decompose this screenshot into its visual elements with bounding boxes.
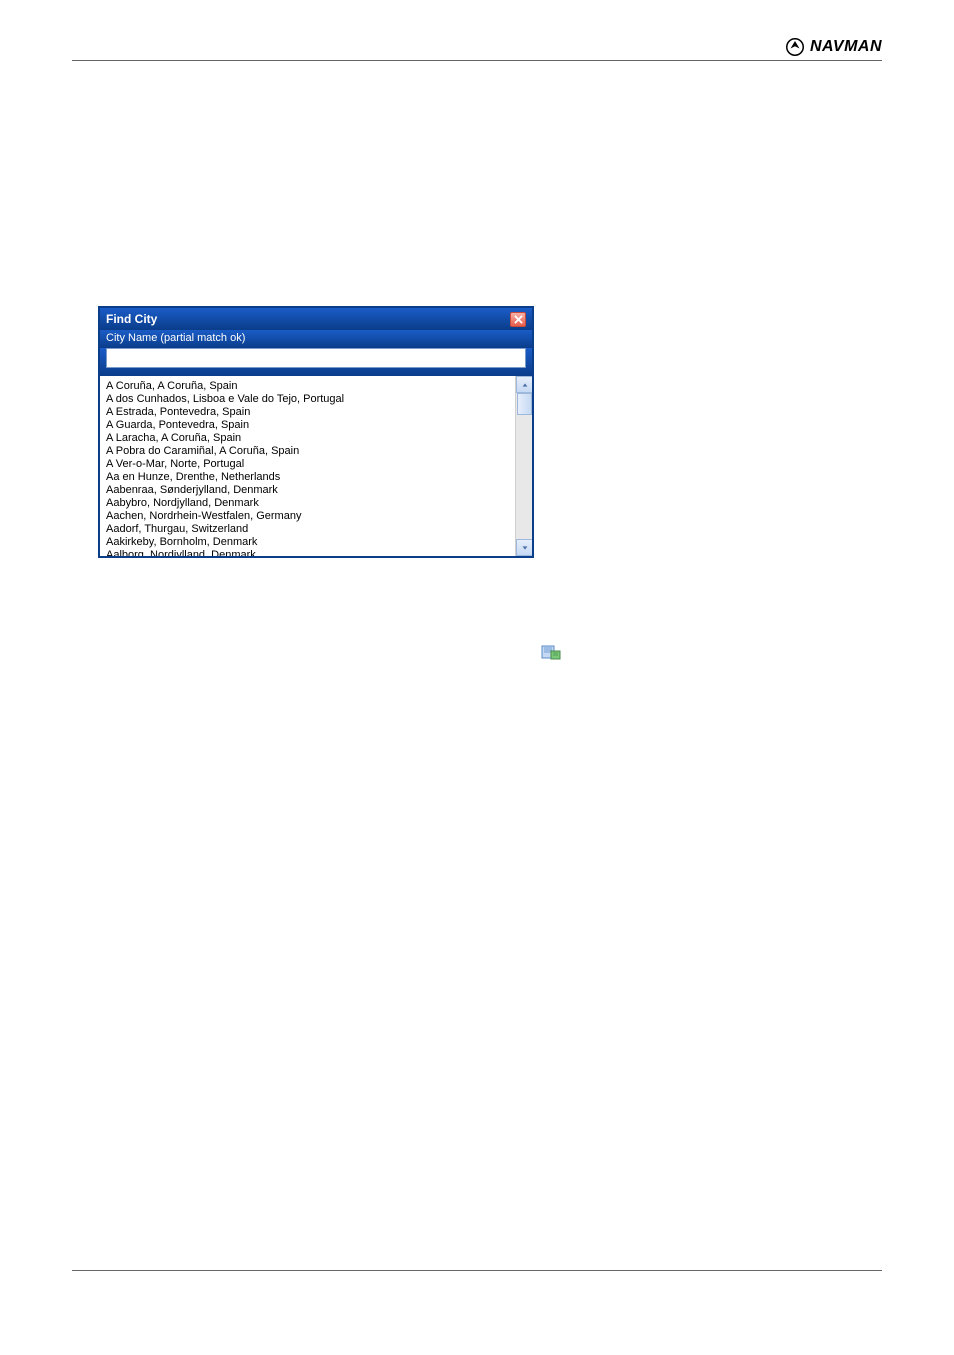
list-item[interactable]: A Ver-o-Mar, Norte, Portugal bbox=[106, 458, 509, 471]
scroll-thumb[interactable] bbox=[517, 393, 532, 415]
list-item[interactable]: A dos Cunhados, Lisboa e Vale do Tejo, P… bbox=[106, 393, 509, 406]
list-item[interactable]: Aabenraa, Sønderjylland, Denmark bbox=[106, 484, 509, 497]
dialog-sublabel: City Name (partial match ok) bbox=[100, 330, 532, 348]
list-item[interactable]: Aabybro, Nordjylland, Denmark bbox=[106, 497, 509, 510]
list-item[interactable]: A Pobra do Caramiñal, A Coruña, Spain bbox=[106, 445, 509, 458]
list-item[interactable]: Aadorf, Thurgau, Switzerland bbox=[106, 523, 509, 536]
chevron-down-icon bbox=[521, 544, 529, 552]
scroll-down-button[interactable] bbox=[516, 539, 532, 556]
list-item[interactable]: A Guarda, Pontevedra, Spain bbox=[106, 419, 509, 432]
map-tool-icon bbox=[541, 643, 561, 661]
chevron-up-icon bbox=[521, 381, 529, 389]
list-item[interactable]: Aakirkeby, Bornholm, Denmark bbox=[106, 536, 509, 549]
scroll-up-button[interactable] bbox=[516, 376, 532, 393]
close-button[interactable] bbox=[510, 312, 526, 327]
list-item[interactable]: Aa en Hunze, Drenthe, Netherlands bbox=[106, 471, 509, 484]
close-icon bbox=[514, 315, 523, 324]
brand: NAVMAN bbox=[786, 38, 882, 56]
list-item[interactable]: A Estrada, Pontevedra, Spain bbox=[106, 406, 509, 419]
list-item[interactable]: A Coruña, A Coruña, Spain bbox=[106, 380, 509, 393]
dialog-titlebar: Find City bbox=[100, 308, 532, 330]
list-item[interactable]: A Laracha, A Coruña, Spain bbox=[106, 432, 509, 445]
list-item[interactable]: Aalborg, Nordjylland, Denmark bbox=[106, 549, 509, 556]
page-footer bbox=[72, 1270, 882, 1271]
input-area bbox=[100, 348, 532, 376]
find-city-dialog: Find City City Name (partial match ok) A… bbox=[98, 306, 534, 558]
list-item[interactable]: Aachen, Nordrhein-Westfalen, Germany bbox=[106, 510, 509, 523]
page-header: NAVMAN bbox=[72, 38, 882, 61]
dialog-title: Find City bbox=[106, 312, 157, 326]
brand-text: NAVMAN bbox=[810, 38, 882, 56]
city-list-container: A Coruña, A Coruña, Spain A dos Cunhados… bbox=[100, 376, 532, 556]
city-list: A Coruña, A Coruña, Spain A dos Cunhados… bbox=[100, 376, 515, 556]
brand-logo-icon bbox=[786, 38, 804, 56]
scrollbar bbox=[515, 376, 532, 556]
city-name-input[interactable] bbox=[106, 348, 526, 368]
